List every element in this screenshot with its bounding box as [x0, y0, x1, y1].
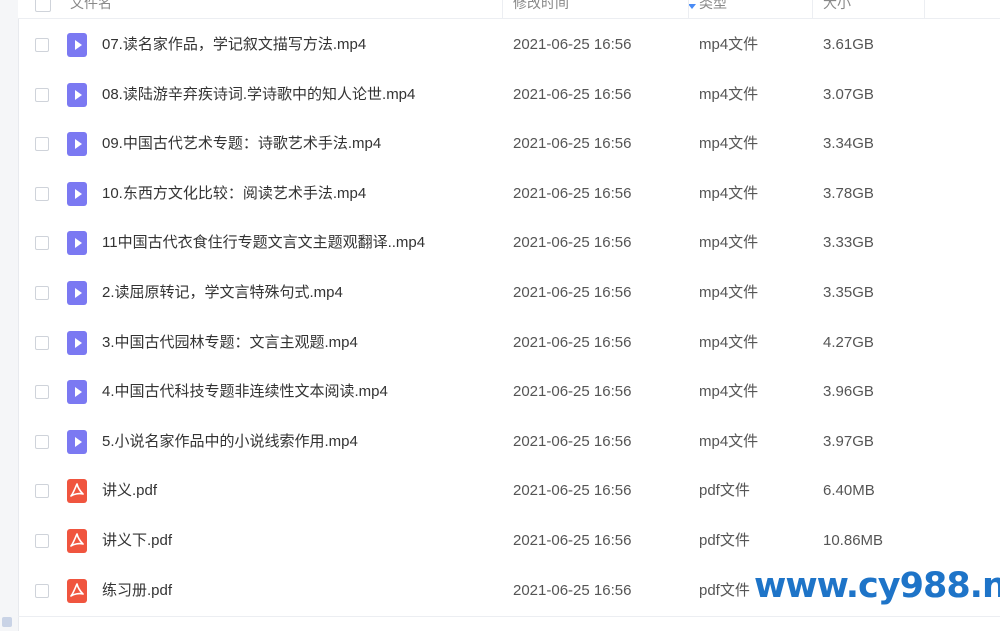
file-size: 3.34GB: [823, 135, 874, 153]
file-name[interactable]: 3.中国古代园林专题：文言主观题.mp4: [102, 318, 358, 368]
column-header-size[interactable]: 大小: [823, 0, 851, 18]
file-modified-time: 2021-06-25 16:56: [513, 36, 632, 53]
file-modified-time: 2021-06-25 16:56: [513, 531, 632, 549]
column-header-name[interactable]: 文件名: [70, 0, 112, 18]
file-name[interactable]: 讲义.pdf: [102, 466, 157, 516]
file-type: pdf文件: [699, 531, 750, 549]
file-modified-time: 2021-06-25 16:56: [513, 333, 632, 351]
row-checkbox[interactable]: [35, 583, 49, 598]
file-size: 4.27GB: [823, 333, 874, 351]
file-type: mp4文件: [699, 333, 759, 351]
row-checkbox[interactable]: [35, 236, 49, 251]
row-checkbox[interactable]: [35, 137, 49, 152]
row-checkbox[interactable]: [35, 38, 49, 52]
file-size: 3.78GB: [823, 184, 874, 202]
file-name[interactable]: 10.东西方文化比较：阅读艺术手法.mp4: [102, 169, 366, 219]
video-file-icon: [67, 380, 87, 405]
video-file-icon: [67, 181, 87, 206]
file-modified-time: 2021-06-25 16:56: [513, 581, 632, 599]
column-divider[interactable]: [924, 0, 925, 18]
file-type: pdf文件: [699, 482, 750, 500]
file-size: 3.33GB: [823, 234, 874, 252]
pdf-file-icon: [67, 479, 87, 504]
pdf-file-icon: [67, 578, 87, 603]
file-size: 3.96GB: [823, 383, 874, 401]
file-modified-time: 2021-06-25 16:56: [513, 383, 632, 401]
file-type: mp4文件: [699, 234, 759, 252]
video-file-icon: [67, 330, 87, 355]
file-modified-time: 2021-06-25 16:56: [513, 234, 632, 252]
column-divider[interactable]: [812, 0, 813, 18]
file-size: 3.61GB: [823, 36, 874, 53]
file-row[interactable]: 07.读名家作品，学记叙文描写方法.mp4 2021-06-25 16:56 mp4…: [18, 20, 1000, 70]
list-bottom-divider: [18, 616, 1000, 617]
file-name[interactable]: 5.小说名家作品中的小说线索作用.mp4: [102, 417, 358, 467]
row-checkbox[interactable]: [35, 335, 49, 350]
file-name[interactable]: 11中国古代衣食住行专题文言文主题观翻译..mp4: [102, 218, 425, 268]
file-row[interactable]: 09.中国古代艺术专题：诗歌艺术手法.mp4 2021-06-25 16:56 mp…: [18, 119, 1000, 169]
pdf-file-icon: [67, 528, 87, 553]
row-checkbox[interactable]: [35, 285, 49, 300]
video-file-icon: [67, 132, 87, 157]
file-row[interactable]: 5.小说名家作品中的小说线索作用.mp4 2021-06-25 16:56 mp4文…: [18, 417, 1000, 467]
file-row[interactable]: 3.中国古代园林专题：文言主观题.mp4 2021-06-25 16:56 mp4文…: [18, 318, 1000, 368]
file-size: 10.86MB: [823, 531, 884, 549]
video-file-icon: [67, 280, 87, 305]
column-divider[interactable]: [502, 0, 503, 18]
file-name[interactable]: 09.中国古代艺术专题：诗歌艺术手法.mp4: [102, 119, 381, 169]
file-modified-time: 2021-06-25 16:56: [513, 184, 632, 202]
sidebar-edge-icon: [2, 617, 12, 627]
file-modified-time: 2021-06-25 16:56: [513, 432, 632, 450]
file-name[interactable]: 讲义下.pdf: [102, 516, 172, 566]
video-file-icon: [67, 231, 87, 256]
row-checkbox[interactable]: [35, 533, 49, 548]
file-size: 6.40MB: [823, 482, 875, 500]
select-all-checkbox[interactable]: [35, 0, 51, 12]
video-file-icon: [67, 429, 87, 454]
sort-descending-icon[interactable]: [688, 2, 696, 10]
file-name[interactable]: 08.读陆游辛弃疾诗词.学诗歌中的知人论世.mp4: [102, 70, 415, 120]
file-modified-time: 2021-06-25 16:56: [513, 283, 632, 301]
file-row[interactable]: 讲义.pdf 2021-06-25 16:56 pdf文件 6.40MB: [18, 466, 1000, 516]
file-name[interactable]: 07.读名家作品，学记叙文描写方法.mp4: [102, 20, 366, 70]
file-list-header: 文件名 修改时间 类型 大小: [18, 0, 1000, 19]
row-checkbox[interactable]: [35, 186, 49, 201]
column-header-type[interactable]: 类型: [699, 0, 727, 18]
file-type: pdf文件: [699, 581, 750, 599]
file-type: mp4文件: [699, 85, 759, 103]
file-name[interactable]: 4.中国古代科技专题非连续性文本阅读.mp4: [102, 367, 388, 417]
row-checkbox[interactable]: [35, 484, 49, 499]
file-row[interactable]: 4.中国古代科技专题非连续性文本阅读.mp4 2021-06-25 16:56 mp…: [18, 367, 1000, 417]
left-sidebar-strip: [0, 0, 19, 631]
file-row[interactable]: 08.读陆游辛弃疾诗词.学诗歌中的知人论世.mp4 2021-06-25 16:5…: [18, 70, 1000, 120]
file-row[interactable]: 11中国古代衣食住行专题文言文主题观翻译..mp4 2021-06-25 16:5…: [18, 218, 1000, 268]
file-modified-time: 2021-06-25 16:56: [513, 482, 632, 500]
file-size: 3.07GB: [823, 85, 874, 103]
file-type: mp4文件: [699, 383, 759, 401]
file-row[interactable]: 2.读屈原转记，学文言特殊句式.mp4 2021-06-25 16:56 mp4文件…: [18, 268, 1000, 318]
file-type: mp4文件: [699, 36, 759, 53]
file-type: mp4文件: [699, 184, 759, 202]
file-type: mp4文件: [699, 432, 759, 450]
file-size: 3.97GB: [823, 432, 874, 450]
file-type: mp4文件: [699, 135, 759, 153]
file-modified-time: 2021-06-25 16:56: [513, 85, 632, 103]
video-file-icon: [67, 33, 87, 57]
file-type: mp4文件: [699, 283, 759, 301]
video-file-icon: [67, 82, 87, 107]
watermark-text: www.cy988.net: [754, 566, 1000, 606]
file-name[interactable]: 2.读屈原转记，学文言特殊句式.mp4: [102, 268, 343, 318]
column-divider[interactable]: [688, 0, 689, 18]
file-list: 07.读名家作品，学记叙文描写方法.mp4 2021-06-25 16:56 mp4…: [18, 20, 1000, 615]
file-size: 3.35GB: [823, 283, 874, 301]
file-modified-time: 2021-06-25 16:56: [513, 135, 632, 153]
column-header-modified-time[interactable]: 修改时间: [513, 0, 569, 18]
row-checkbox[interactable]: [35, 385, 49, 400]
file-row[interactable]: 讲义下.pdf 2021-06-25 16:56 pdf文件 10.86MB: [18, 516, 1000, 566]
row-checkbox[interactable]: [35, 434, 49, 449]
row-checkbox[interactable]: [35, 87, 49, 102]
file-row[interactable]: 10.东西方文化比较：阅读艺术手法.mp4 2021-06-25 16:56 mp4…: [18, 169, 1000, 219]
file-name[interactable]: 练习册.pdf: [102, 566, 172, 616]
